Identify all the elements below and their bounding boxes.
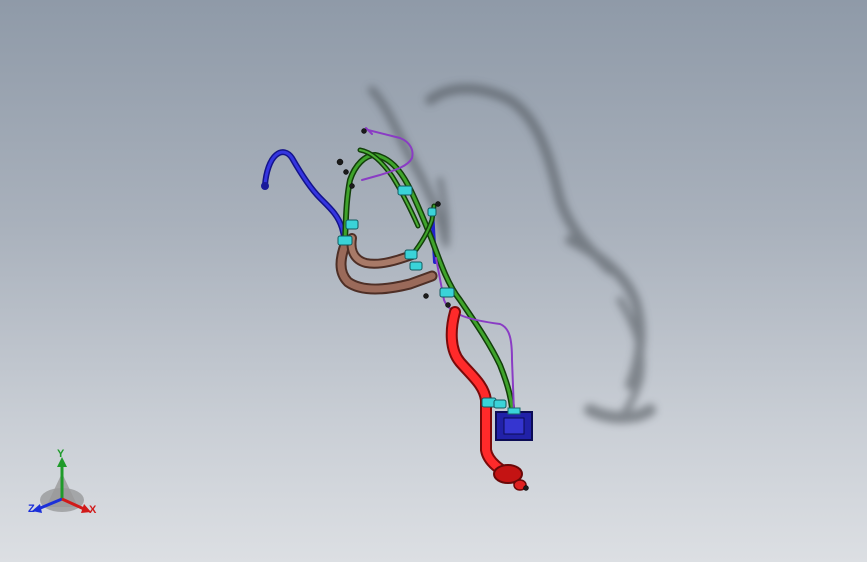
reservoir-block[interactable]	[495, 407, 533, 441]
orientation-triad[interactable]: Y Z X	[20, 445, 110, 525]
model-view[interactable]	[0, 0, 867, 562]
triad-x-label: X	[89, 504, 97, 516]
graphics-viewport[interactable]: Y Z X	[0, 0, 867, 562]
triad-y-label: Y	[57, 448, 65, 460]
triad-z-label: Z	[28, 503, 35, 515]
